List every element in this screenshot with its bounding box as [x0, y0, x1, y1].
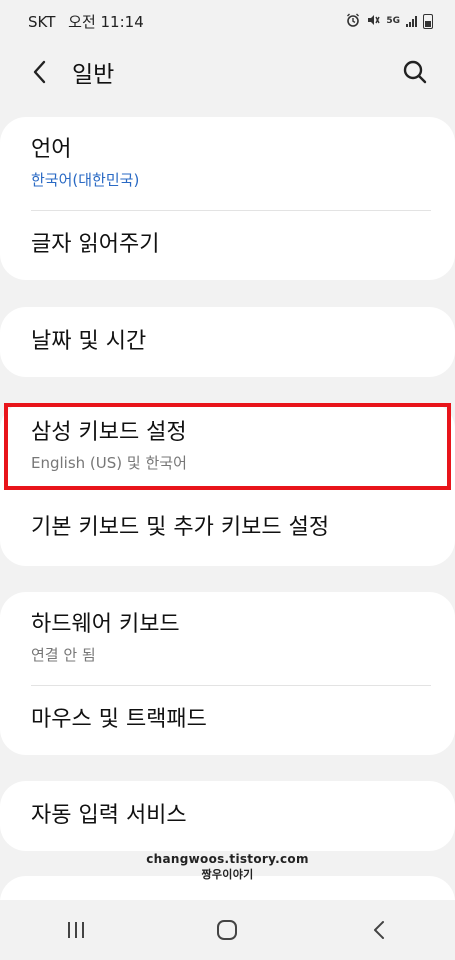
- app-bar: 일반: [0, 46, 455, 98]
- back-icon: [374, 921, 385, 939]
- autofill-service-label: 자동 입력 서비스: [31, 802, 187, 828]
- text-to-speech-label: 글자 읽어주기: [31, 231, 160, 257]
- signal-icon: [406, 15, 417, 27]
- mouse-trackpad-label: 마우스 및 트랙패드: [31, 706, 207, 732]
- carrier-label: SKT: [28, 12, 56, 31]
- mute-icon: [366, 13, 380, 30]
- date-time-item[interactable]: 날짜 및 시간: [0, 307, 455, 377]
- settings-group-4: 하드웨어 키보드 연결 안 됨 마우스 및 트랙패드: [0, 592, 455, 755]
- settings-group-2: 날짜 및 시간: [0, 307, 455, 377]
- date-time-label: 날짜 및 시간: [31, 328, 147, 354]
- settings-group-1: 언어 한국어(대한민국) 글자 읽어주기: [0, 117, 455, 280]
- battery-icon: [423, 13, 433, 29]
- back-button[interactable]: [22, 54, 58, 90]
- recents-icon: [67, 922, 84, 938]
- hardware-keyboard-item[interactable]: 하드웨어 키보드 연결 안 됨: [0, 592, 455, 685]
- home-button[interactable]: [197, 910, 257, 950]
- autofill-service-item[interactable]: 자동 입력 서비스: [0, 781, 455, 851]
- chevron-left-icon: [33, 60, 46, 84]
- language-label: 언어: [31, 137, 72, 163]
- back-nav-button[interactable]: [349, 910, 409, 950]
- watermark-name: 짱우이야기: [201, 868, 254, 881]
- text-to-speech-item[interactable]: 글자 읽어주기: [0, 210, 455, 280]
- watermark-url: changwoos.tistory.com: [146, 852, 309, 866]
- clock: 오전 11:14: [68, 12, 144, 31]
- status-icons: 5G: [346, 13, 433, 30]
- status-left: SKT 오전 11:14: [28, 11, 152, 32]
- default-keyboard-label: 기본 키보드 및 추가 키보드 설정: [31, 514, 330, 540]
- status-bar: SKT 오전 11:14 5G: [0, 0, 455, 42]
- hardware-keyboard-label: 하드웨어 키보드: [31, 612, 180, 638]
- default-keyboard-item[interactable]: 기본 키보드 및 추가 키보드 설정: [0, 490, 455, 566]
- search-icon: [403, 60, 427, 84]
- mouse-trackpad-item[interactable]: 마우스 및 트랙패드: [0, 685, 455, 755]
- settings-group-3: 삼성 키보드 설정 English (US) 및 한국어 기본 키보드 및 추가…: [0, 403, 455, 566]
- samsung-keyboard-settings-item[interactable]: 삼성 키보드 설정 English (US) 및 한국어: [0, 403, 455, 490]
- settings-group-5: 자동 입력 서비스: [0, 781, 455, 851]
- alarm-icon: [346, 13, 360, 30]
- language-value: 한국어(대한민국): [31, 170, 140, 189]
- page-title: 일반: [72, 62, 115, 88]
- navigation-bar: [0, 900, 455, 960]
- samsung-keyboard-settings-value: English (US) 및 한국어: [31, 453, 187, 472]
- network-type-label: 5G: [386, 16, 400, 26]
- samsung-keyboard-settings-label: 삼성 키보드 설정: [31, 420, 187, 446]
- hardware-keyboard-value: 연결 안 됨: [31, 645, 96, 664]
- language-item[interactable]: 언어 한국어(대한민국): [0, 117, 455, 210]
- search-button[interactable]: [397, 54, 433, 90]
- home-icon: [217, 920, 238, 940]
- recents-button[interactable]: [46, 910, 106, 950]
